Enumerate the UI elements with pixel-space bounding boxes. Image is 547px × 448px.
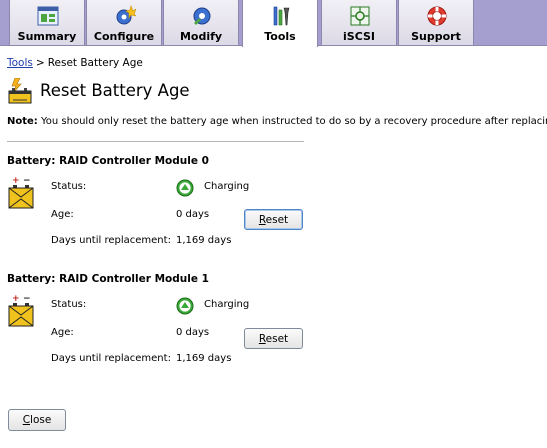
section-divider	[7, 141, 304, 142]
reset-battery-icon	[8, 78, 32, 104]
svg-text:−: −	[23, 176, 31, 186]
battery-section: Battery: RAID Controller Module 0 + − St…	[0, 155, 547, 265]
tab-label: iSCSI	[343, 30, 375, 43]
iscsi-icon	[350, 6, 370, 26]
age-label: Age:	[51, 327, 74, 338]
status-label: Status:	[51, 299, 87, 310]
reset-button[interactable]: Reset	[244, 328, 303, 349]
tab-configure[interactable]: Configure	[86, 0, 162, 46]
tools-icon	[273, 6, 290, 26]
tab-bar: Summary Configure Modify Tools iSCSI Sup…	[0, 0, 547, 47]
page-title: Reset Battery Age	[40, 81, 190, 100]
reset-mnemonic: R	[258, 213, 266, 226]
reset-label: eset	[265, 213, 289, 226]
tab-summary[interactable]: Summary	[9, 0, 85, 46]
days-until-replacement-label: Days until replacement:	[51, 235, 171, 246]
status-label: Status:	[51, 181, 87, 192]
status-value: Charging	[204, 181, 250, 192]
status-ok-icon	[176, 179, 194, 197]
modify-icon	[193, 7, 211, 25]
note-text: Note: You should only reset the battery …	[7, 116, 547, 127]
days-until-replacement-value: 1,169 days	[176, 235, 232, 246]
tab-support[interactable]: Support	[398, 0, 474, 46]
battery-heading: Battery: RAID Controller Module 1	[7, 273, 209, 285]
breadcrumb-link-tools[interactable]: Tools	[7, 57, 33, 69]
status-ok-icon	[176, 297, 194, 315]
days-until-replacement-label: Days until replacement:	[51, 353, 171, 364]
age-value: 0 days	[176, 209, 210, 220]
support-icon	[427, 6, 447, 26]
tab-label: Summary	[17, 30, 77, 43]
battery-icon: + −	[8, 294, 34, 327]
tab-modify[interactable]: Modify	[163, 0, 239, 46]
svg-text:+: +	[12, 294, 20, 304]
status-value: Charging	[204, 299, 250, 310]
tab-label: Support	[411, 30, 461, 43]
close-button[interactable]: Close	[8, 409, 66, 431]
days-until-replacement-value: 1,169 days	[176, 353, 232, 364]
note-body: You should only reset the battery age wh…	[41, 116, 547, 127]
breadcrumb: Tools > Reset Battery Age	[7, 57, 143, 69]
battery-heading: Battery: RAID Controller Module 0	[7, 155, 209, 167]
configure-icon	[116, 5, 136, 25]
age-label: Age:	[51, 209, 74, 220]
summary-icon	[37, 6, 59, 26]
breadcrumb-separator: >	[35, 57, 45, 69]
close-label: lose	[30, 414, 52, 426]
tab-label: Configure	[93, 30, 155, 43]
svg-text:−: −	[23, 294, 31, 304]
tab-iscsi[interactable]: iSCSI	[321, 0, 397, 46]
close-mnemonic: C	[22, 414, 31, 426]
breadcrumb-current: Reset Battery Age	[47, 57, 143, 69]
reset-mnemonic: R	[258, 332, 266, 345]
tab-tools[interactable]: Tools	[242, 0, 318, 47]
age-value: 0 days	[176, 327, 210, 338]
battery-icon: + −	[8, 176, 34, 209]
note-label: Note:	[7, 116, 38, 127]
svg-text:+: +	[12, 176, 20, 186]
tab-label: Tools	[264, 30, 296, 43]
reset-label: eset	[265, 332, 289, 345]
reset-button[interactable]: Reset	[244, 209, 303, 230]
tab-label: Modify	[179, 30, 223, 43]
battery-section: Battery: RAID Controller Module 1 + − St…	[0, 273, 547, 383]
